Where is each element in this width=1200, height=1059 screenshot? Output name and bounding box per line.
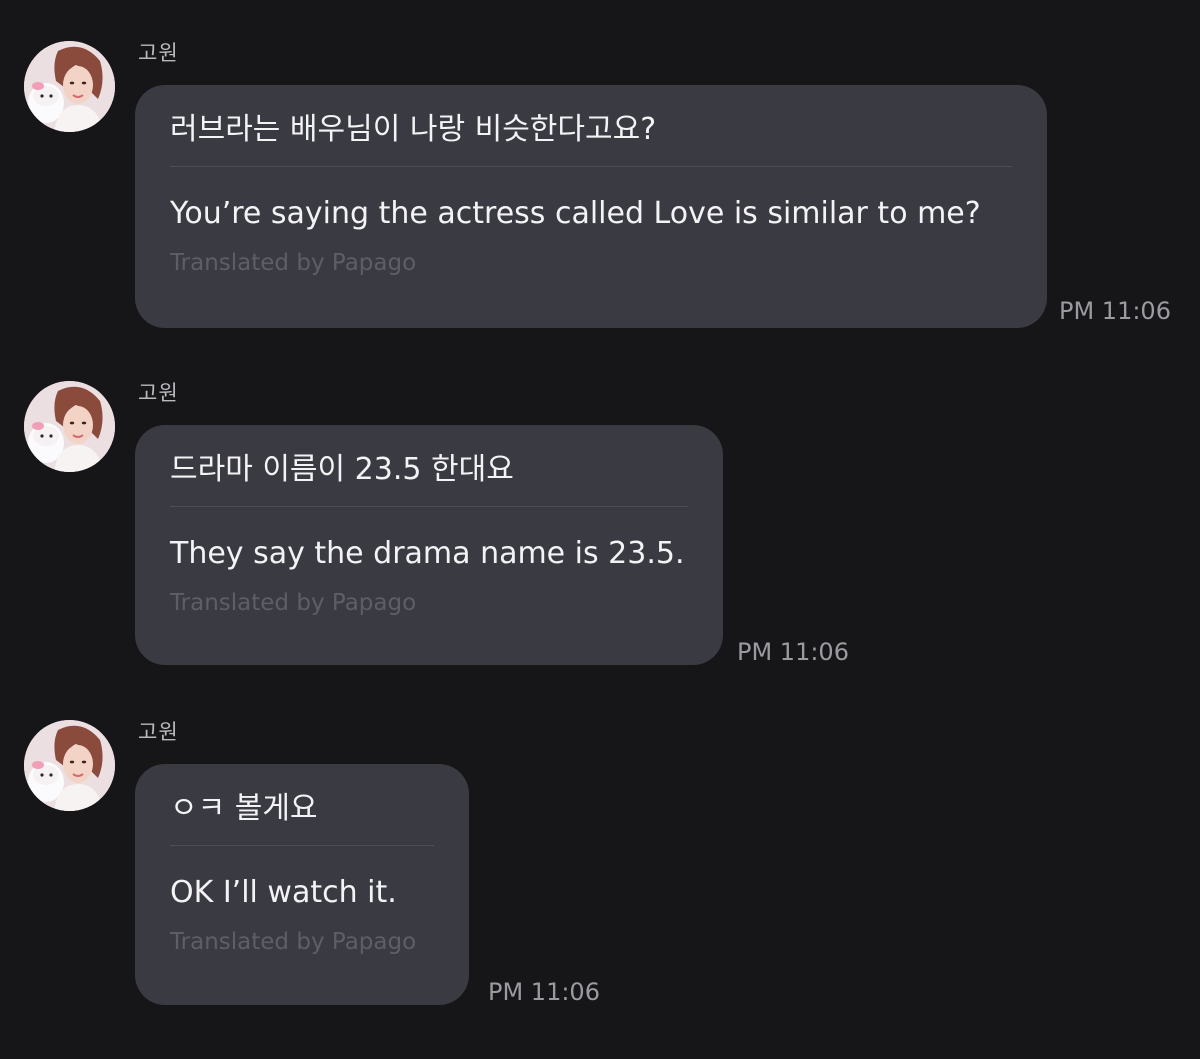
translated-text: They say the drama name is 23.5. (170, 536, 685, 571)
translated-text: You’re saying the actress called Love is… (170, 196, 981, 231)
divider (170, 506, 688, 507)
original-text: 러브라는 배우님이 나랑 비슷한다고요? (170, 112, 657, 147)
sender-name: 고원 (138, 381, 179, 405)
divider (170, 166, 1012, 167)
avatar-photo (24, 41, 115, 132)
translated-text: OK I’ll watch it. (170, 875, 397, 910)
avatar-photo (24, 381, 115, 472)
translation-credit: Translated by Papago (170, 929, 417, 955)
sender-name: 고원 (138, 720, 179, 744)
avatar-photo (24, 720, 115, 811)
divider (170, 845, 434, 846)
original-text: ㅇㅋ 볼게요 (170, 791, 318, 826)
message-bubble[interactable]: 드라마 이름이 23.5 한대요 They say the drama name… (135, 425, 723, 665)
avatar[interactable] (24, 381, 115, 472)
avatar[interactable] (24, 720, 115, 811)
timestamp: PM 11:06 (737, 638, 849, 666)
message-bubble[interactable]: 러브라는 배우님이 나랑 비슷한다고요? You’re saying the a… (135, 85, 1047, 328)
avatar[interactable] (24, 41, 115, 132)
message-bubble[interactable]: ㅇㅋ 볼게요 OK I’ll watch it. Translated by P… (135, 764, 469, 1005)
translation-credit: Translated by Papago (170, 250, 417, 276)
chat-thread[interactable]: 고원 러브라는 배우님이 나랑 비슷한다고요? You’re saying th… (0, 0, 1200, 1059)
original-text: 드라마 이름이 23.5 한대요 (170, 452, 514, 487)
timestamp: PM 11:06 (488, 978, 600, 1006)
translation-credit: Translated by Papago (170, 590, 417, 616)
sender-name: 고원 (138, 41, 179, 65)
timestamp: PM 11:06 (1059, 297, 1171, 325)
